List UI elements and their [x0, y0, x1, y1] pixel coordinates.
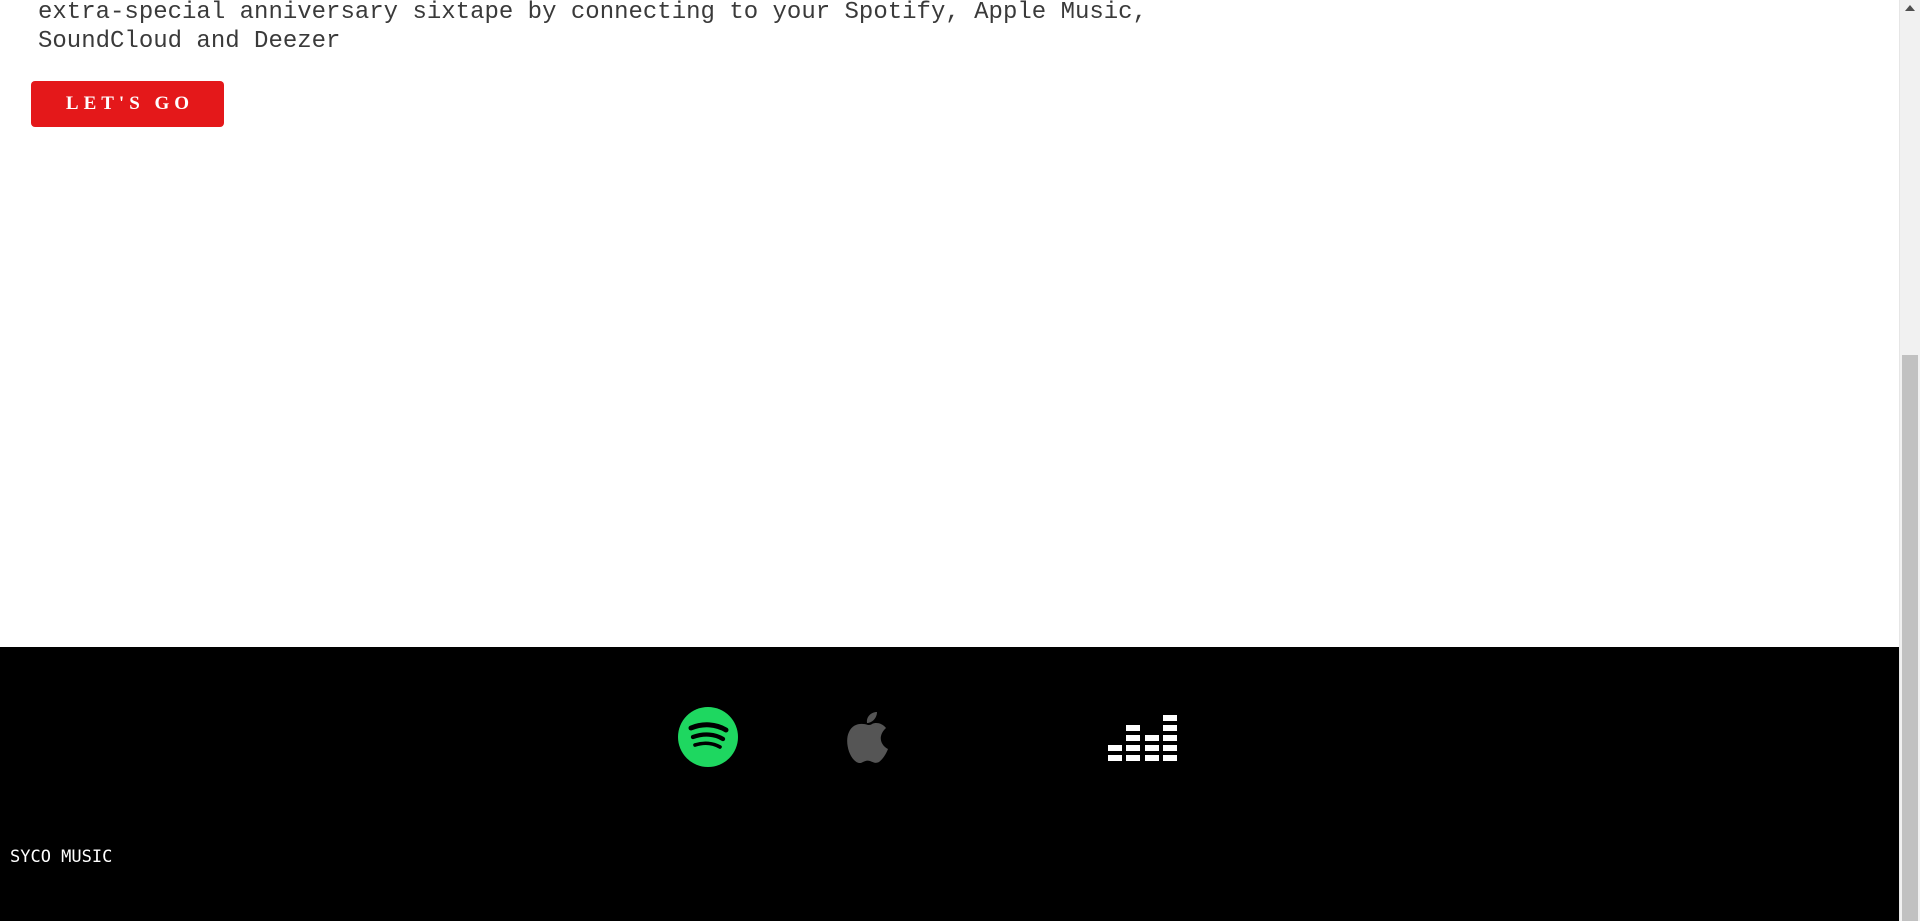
footer: SYCO MUSIC — [0, 647, 1899, 921]
deezer-icon[interactable] — [1107, 714, 1179, 762]
lets-go-button[interactable]: LET'S GO — [31, 81, 224, 127]
apple-icon[interactable] — [843, 709, 893, 765]
scroll-thumb[interactable] — [1902, 355, 1918, 921]
brand-name: SYCO MUSIC — [10, 847, 113, 867]
spotify-icon[interactable] — [678, 707, 738, 767]
intro-text: extra-special anniversary sixtape by con… — [38, 0, 1147, 55]
page: extra-special anniversary sixtape by con… — [0, 0, 1899, 921]
scroll-up-icon[interactable] — [1905, 5, 1915, 11]
soundcloud-icon[interactable] — [960, 709, 1050, 765]
vertical-scrollbar[interactable] — [1899, 0, 1920, 921]
